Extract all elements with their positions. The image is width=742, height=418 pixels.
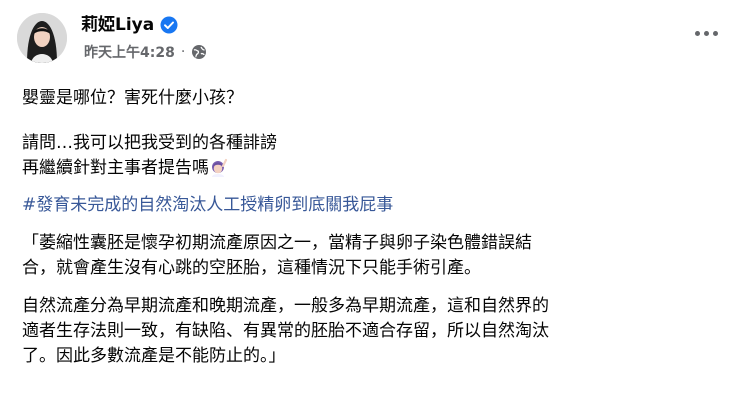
facebook-post: 莉婭Liya 昨天上午4:28 · 嬰靈是哪位？害死什麼小孩？ 請問…我可以把我 [0,0,742,418]
author-row: 莉婭Liya [81,14,178,36]
author-name[interactable]: 莉婭Liya [81,14,154,36]
quote-2-line-2: 適者生存法則一致，有缺陷、有異常的胚胎不適合存留，所以自然淘汰 [22,321,549,341]
post-meta: 昨天上午4:28 · [84,42,207,62]
quote-2-line-1: 自然流產分為早期流產和晚期流產，一般多為早期流產，這和自然界的 [22,296,549,316]
quote-1-line-1: 「萎縮性囊胚是懷孕初期流產原因之一，當精子與卵子染色體錯誤結 [22,233,532,253]
quote-2-line-3: 了。因此多數流產是不能防止的。」 [22,346,286,366]
author-avatar[interactable] [17,13,67,63]
post-body: 嬰靈是哪位？害死什麼小孩？ 請問…我可以把我受到的各種誹謗 再繼續針對主事者提告… [22,86,722,369]
paragraph-2-line-2-text: 再繼續針對主事者提告嗎 [22,158,209,178]
globe-icon[interactable] [191,44,207,60]
hashtag-link[interactable]: #發育未完成的自然淘汰人工授精卵到底關我屁事 [22,193,722,218]
post-timestamp[interactable]: 昨天上午4:28 [84,42,175,62]
person-raising-hand-emoji [209,157,229,177]
avatar-image [17,13,67,63]
more-dot [712,30,718,36]
paragraph-2-line-2: 再繼續針對主事者提告嗎 [22,156,722,181]
meta-separator: · [180,44,186,60]
quote-1-line-2: 合，就會產生沒有心跳的空胚胎，這種情況下只能手術引產。 [22,258,481,278]
more-dot [703,30,709,36]
more-dot [694,30,700,36]
verified-badge-icon [160,16,178,34]
paragraph-2-line-1: 請問…我可以把我受到的各種誹謗 [22,133,277,153]
paragraph-1: 嬰靈是哪位？害死什麼小孩？ [22,88,243,108]
more-options-icon[interactable] [688,21,724,45]
